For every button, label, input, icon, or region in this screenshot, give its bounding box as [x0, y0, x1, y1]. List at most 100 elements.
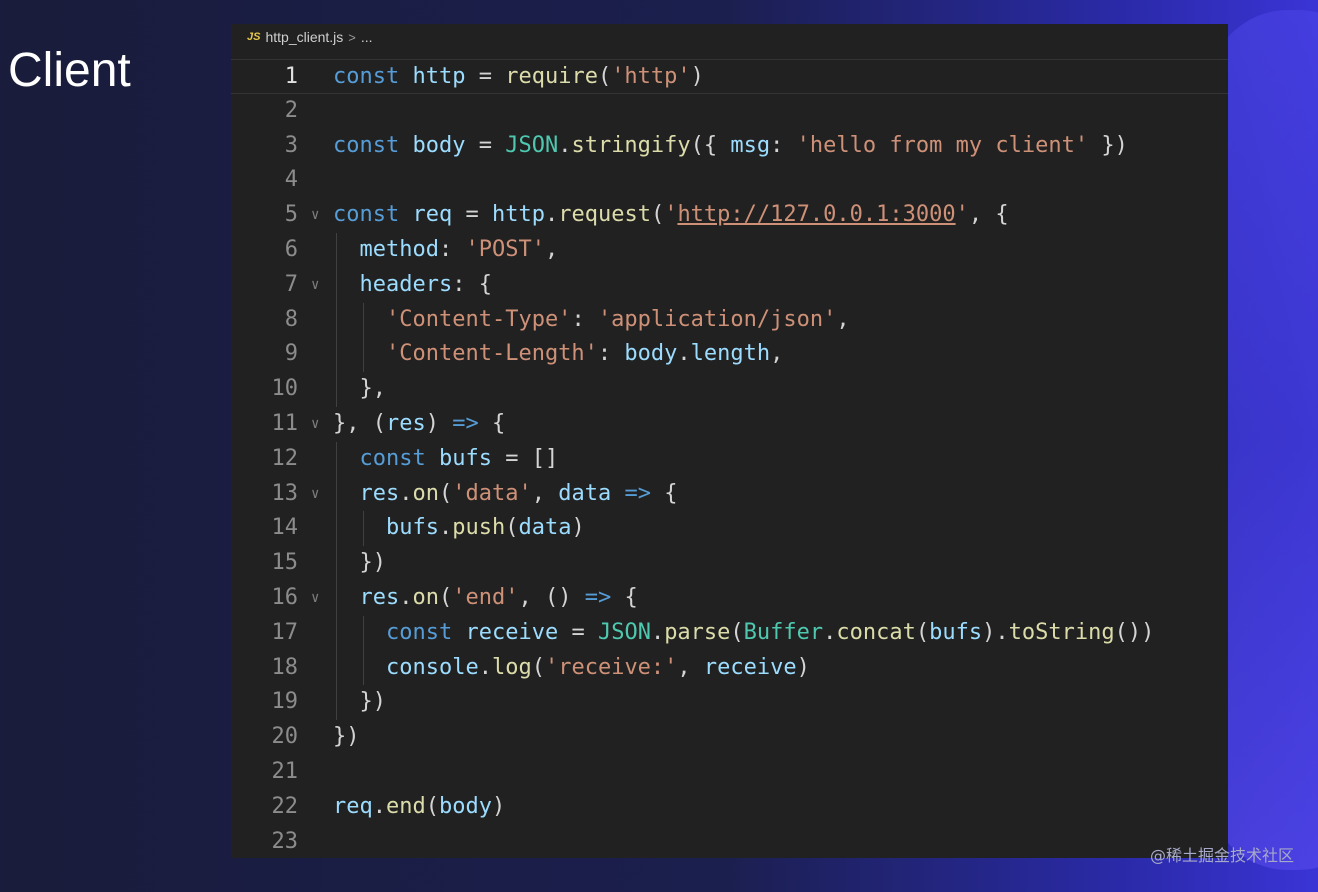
code-text: const req = http.request('http://127.0.0…	[333, 198, 1009, 233]
code-line[interactable]: 21	[231, 755, 1228, 790]
code-token: concat	[836, 619, 916, 645]
code-line[interactable]: 12 const bufs = []	[231, 441, 1228, 477]
code-token: .	[438, 515, 453, 541]
indent-guide	[362, 615, 364, 651]
code-token: (	[597, 64, 612, 89]
code-line[interactable]: 15})	[231, 546, 1228, 581]
code-text: req.end(body)	[333, 790, 505, 825]
fold-chevron-icon[interactable]: ∨	[311, 268, 319, 303]
fold-chevron-icon[interactable]: ∨	[311, 407, 319, 442]
code-line[interactable]: 8 'Content-Type': 'application/json',	[231, 302, 1228, 338]
code-line[interactable]: 17 const receive = JSON.parse(Buffer.conc…	[231, 615, 1228, 651]
code-line[interactable]: 14 bufs.push(data)	[231, 511, 1228, 547]
indent-guide	[362, 511, 364, 547]
code-line[interactable]: 1 const http = require('http')	[231, 59, 1228, 94]
code-line[interactable]: 5 ∨ const req = http.request('http://127.0…	[231, 198, 1228, 233]
code-token: , {	[968, 202, 1009, 228]
code-token: .	[558, 132, 572, 158]
code-line[interactable]: 22 req.end(body)	[231, 790, 1228, 825]
code-text: bufs.push(data)	[386, 511, 585, 546]
code-token: 'receive:'	[544, 654, 678, 680]
code-token: on	[412, 584, 440, 610]
indent-guide	[336, 546, 337, 581]
code-line[interactable]: 4	[231, 163, 1228, 198]
fold-chevron-icon[interactable]: ∨	[311, 477, 319, 512]
code-token: 'end'	[452, 584, 519, 610]
code-token: =>	[584, 584, 612, 610]
code-token: )	[796, 654, 810, 680]
code-line[interactable]: 9 'Content-Length': body.length,	[231, 337, 1228, 373]
code-editor[interactable]: JS http_client.js > ... 1 const http = re…	[231, 24, 1228, 858]
code-token: .	[399, 480, 413, 506]
code-token: JSON	[505, 132, 559, 158]
code-token: const	[333, 132, 400, 158]
indent-guide	[336, 615, 337, 651]
code-token: :	[571, 306, 598, 332]
code-line[interactable]: 11 ∨}, (res) => {	[231, 407, 1228, 442]
code-line[interactable]: 3 const body = JSON.stringify({ msg: 'hel…	[231, 129, 1228, 164]
code-token: 'Content-Length'	[386, 341, 598, 367]
code-text: }, (res) => {	[333, 407, 505, 442]
indent-guide	[336, 476, 337, 512]
code-token: )	[690, 64, 704, 89]
indent-guide	[336, 232, 337, 268]
code-token: {	[611, 584, 638, 610]
code-line[interactable]: 18 console.log('receive:', receive)	[231, 650, 1228, 686]
code-area[interactable]: 1 const http = require('http') 2 3 const bod…	[231, 59, 1228, 858]
indent-guide	[336, 580, 337, 616]
js-file-icon: JS	[247, 31, 261, 43]
code-token: res	[359, 480, 400, 506]
line-number: 7	[284, 271, 298, 297]
line-number: 19	[271, 689, 299, 715]
code-token: , ()	[518, 584, 585, 610]
fold-chevron-icon[interactable]: ∨	[311, 581, 319, 616]
code-line[interactable]: 2	[231, 94, 1228, 129]
code-token: res	[385, 410, 426, 436]
fold-chevron-icon[interactable]: ∨	[311, 198, 319, 233]
code-token: '	[955, 202, 969, 228]
code-line[interactable]: 10},	[231, 372, 1228, 407]
code-token: .	[372, 793, 386, 819]
code-token: console	[386, 654, 479, 680]
file-name[interactable]: http_client.js	[265, 29, 343, 45]
code-token: .	[823, 619, 837, 645]
code-token: JSON	[597, 619, 651, 645]
code-line[interactable]: 23	[231, 825, 1228, 858]
code-text: res.on('end', () => {	[360, 581, 638, 616]
breadcrumb-more[interactable]: ...	[361, 29, 373, 45]
code-token: length	[690, 341, 771, 367]
code-token: .	[478, 654, 492, 680]
code-token: }, (	[333, 410, 386, 436]
line-number: 20	[271, 724, 299, 750]
code-token: data	[558, 480, 612, 506]
line-number: 4	[284, 167, 298, 193]
code-token: 'data'	[452, 480, 532, 506]
code-text: const bufs = []	[360, 442, 559, 477]
code-token: .	[399, 584, 413, 610]
code-line[interactable]: 20})	[231, 720, 1228, 755]
code-line[interactable]: 7 ∨ headers: {	[231, 267, 1228, 303]
code-token: 'hello from my client'	[796, 132, 1089, 158]
code-line[interactable]: 16 ∨ res.on('end', () => {	[231, 580, 1228, 616]
code-token: (	[650, 202, 665, 228]
code-token: {	[478, 410, 506, 436]
code-line[interactable]: 19})	[231, 685, 1228, 721]
line-number: 22	[271, 793, 299, 819]
code-line[interactable]: 13 ∨ res.on('data', data => {	[231, 476, 1228, 512]
code-line[interactable]: 6 method: 'POST',	[231, 232, 1228, 268]
code-token: (	[505, 515, 519, 541]
code-token: :	[438, 236, 466, 262]
code-token: ())	[1114, 619, 1155, 645]
line-number: 15	[271, 550, 299, 576]
code-token: 'POST'	[465, 236, 545, 262]
code-token: (	[439, 480, 453, 506]
code-token: .	[544, 202, 559, 228]
indent-guide	[362, 337, 364, 373]
indent-guide	[336, 302, 337, 338]
indent-guide	[336, 511, 337, 547]
code-text: 'Content-Length': body.length,	[386, 337, 783, 372]
